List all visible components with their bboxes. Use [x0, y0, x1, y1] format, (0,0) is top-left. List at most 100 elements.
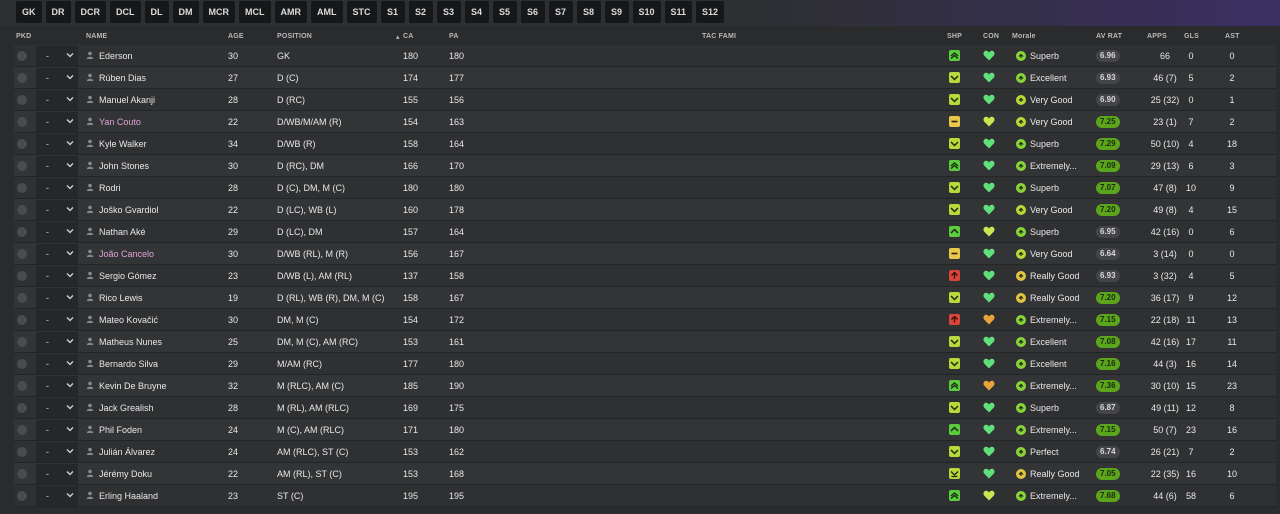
filter-button-s10[interactable]: S10 [632, 1, 661, 23]
player-name[interactable]: Ederson [99, 51, 133, 61]
selection-dropdown[interactable]: - [36, 266, 78, 286]
filter-button-aml[interactable]: AML [311, 1, 343, 23]
selection-dropdown[interactable]: - [36, 354, 78, 374]
player-name-cell[interactable]: Ederson [86, 45, 133, 66]
table-row[interactable]: - Rodri 28 D (C), DM, M (C) 180 180 Superb 7.07… [14, 177, 1276, 199]
selection-dropdown[interactable]: - [36, 486, 78, 506]
selection-dropdown[interactable]: - [36, 420, 78, 440]
table-row[interactable]: - Erling Haaland 23 ST (C) 195 195 Extremely..… [14, 485, 1276, 507]
player-name-cell[interactable]: Phil Foden [86, 419, 142, 440]
player-name-cell[interactable]: Kevin De Bruyne [86, 375, 167, 396]
pick-checkbox[interactable] [17, 117, 27, 127]
selection-dropdown[interactable]: - [36, 46, 78, 66]
table-row[interactable]: - Mateo Kovačić 30 DM, M (C) 154 172 Extremely… [14, 309, 1276, 331]
col-ca[interactable]: CA [403, 33, 414, 40]
selection-dropdown[interactable]: - [36, 288, 78, 308]
pick-checkbox[interactable] [17, 293, 27, 303]
selection-dropdown[interactable]: - [36, 90, 78, 110]
selection-dropdown[interactable]: - [36, 200, 78, 220]
table-row[interactable]: - Matheus Nunes 25 DM, M (C), AM (RC) 153 161… [14, 331, 1276, 353]
player-name[interactable]: Erling Haaland [99, 491, 158, 501]
player-name[interactable]: Jérémy Doku [99, 469, 152, 479]
pick-checkbox[interactable] [17, 139, 27, 149]
pick-checkbox[interactable] [17, 337, 27, 347]
selection-dropdown[interactable]: - [36, 464, 78, 484]
player-name[interactable]: Nathan Aké [99, 227, 146, 237]
pick-checkbox[interactable] [17, 73, 27, 83]
selection-dropdown[interactable]: - [36, 68, 78, 88]
table-row[interactable]: - John Stones 30 D (RC), DM 166 170 Extremely.… [14, 155, 1276, 177]
player-name-cell[interactable]: Rodri [86, 177, 121, 198]
col-age[interactable]: AGE [228, 33, 244, 40]
pick-checkbox[interactable] [17, 51, 27, 61]
col-position[interactable]: POSITION [277, 33, 312, 40]
player-name-cell[interactable]: John Stones [86, 155, 149, 176]
pick-checkbox[interactable] [17, 403, 27, 413]
table-row[interactable]: - Kyle Walker 34 D/WB (R) 158 164 Superb 7.29 50… [14, 133, 1276, 155]
selection-dropdown[interactable]: - [36, 156, 78, 176]
player-name-cell[interactable]: Bernardo Silva [86, 353, 158, 374]
player-name[interactable]: Jack Grealish [99, 403, 154, 413]
player-name-cell[interactable]: Rúben Dias [86, 67, 146, 88]
filter-button-s5[interactable]: S5 [492, 1, 517, 23]
col-tac-fami[interactable]: TAC FAMI [702, 33, 736, 40]
filter-button-s2[interactable]: S2 [408, 1, 433, 23]
filter-button-dr[interactable]: DR [45, 1, 71, 23]
filter-button-s4[interactable]: S4 [464, 1, 489, 23]
table-row[interactable]: - Kevin De Bruyne 32 M (RLC), AM (C) 185 190 E… [14, 375, 1276, 397]
filter-button-dl[interactable]: DL [144, 1, 169, 23]
col-pa[interactable]: PA [449, 33, 459, 40]
player-name[interactable]: Phil Foden [99, 425, 142, 435]
player-name-cell[interactable]: Joško Gvardiol [86, 199, 159, 220]
player-name[interactable]: Manuel Akanji [99, 95, 155, 105]
col-con[interactable]: CON [983, 33, 999, 40]
pick-checkbox[interactable] [17, 183, 27, 193]
filter-button-s12[interactable]: S12 [696, 1, 725, 23]
filter-button-amr[interactable]: AMR [274, 1, 307, 23]
player-name[interactable]: Bernardo Silva [99, 359, 158, 369]
table-row[interactable]: - Rúben Dias 27 D (C) 174 177 Excellent 6.93 46 … [14, 67, 1276, 89]
table-row[interactable]: - Ederson 30 GK 180 180 Superb 6.96 66 0 0 [14, 45, 1276, 67]
pick-checkbox[interactable] [17, 205, 27, 215]
pick-checkbox[interactable] [17, 95, 27, 105]
filter-button-s7[interactable]: S7 [548, 1, 573, 23]
selection-dropdown[interactable]: - [36, 442, 78, 462]
pick-checkbox[interactable] [17, 271, 27, 281]
pick-checkbox[interactable] [17, 161, 27, 171]
player-name[interactable]: Kevin De Bruyne [99, 381, 167, 391]
player-name[interactable]: Kyle Walker [99, 139, 147, 149]
col-ast[interactable]: AST [1225, 33, 1240, 40]
player-name[interactable]: Rúben Dias [99, 73, 146, 83]
pick-checkbox[interactable] [17, 359, 27, 369]
player-name-cell[interactable]: Julián Álvarez [86, 441, 155, 462]
pick-checkbox[interactable] [17, 315, 27, 325]
player-name-cell[interactable]: Manuel Akanji [86, 89, 155, 110]
player-name-cell[interactable]: Rico Lewis [86, 287, 143, 308]
player-name-cell[interactable]: Jérémy Doku [86, 463, 152, 484]
filter-button-s3[interactable]: S3 [436, 1, 461, 23]
filter-button-s8[interactable]: S8 [576, 1, 601, 23]
filter-button-s6[interactable]: S6 [520, 1, 545, 23]
table-row[interactable]: - Jérémy Doku 22 AM (RL), ST (C) 153 168 Reall… [14, 463, 1276, 485]
table-row[interactable]: - Manuel Akanji 28 D (RC) 155 156 Very Good 6.9… [14, 89, 1276, 111]
player-name-cell[interactable]: Kyle Walker [86, 133, 147, 154]
col-apps[interactable]: APPS [1147, 33, 1167, 40]
col-pkd[interactable]: PKD [16, 33, 31, 40]
player-name[interactable]: Matheus Nunes [99, 337, 162, 347]
player-name-cell[interactable]: Mateo Kovačić [86, 309, 158, 330]
player-name-cell[interactable]: Nathan Aké [86, 221, 146, 242]
player-name-cell[interactable]: Jack Grealish [86, 397, 154, 418]
player-name-cell[interactable]: Yan Couto [86, 111, 141, 132]
pick-checkbox[interactable] [17, 227, 27, 237]
table-row[interactable]: - Sergio Gómez 23 D/WB (L), AM (RL) 137 158 Re… [14, 265, 1276, 287]
table-row[interactable]: - Yan Couto 22 D/WB/M/AM (R) 154 163 Very Good… [14, 111, 1276, 133]
filter-button-stc[interactable]: STC [346, 1, 377, 23]
col-shp[interactable]: SHP [947, 33, 962, 40]
selection-dropdown[interactable]: - [36, 112, 78, 132]
table-row[interactable]: - Joško Gvardiol 22 D (LC), WB (L) 160 178 Ver… [14, 199, 1276, 221]
filter-button-mcr[interactable]: MCR [202, 1, 235, 23]
filter-button-dcr[interactable]: DCR [74, 1, 106, 23]
table-row[interactable]: - Nathan Aké 29 D (LC), DM 157 164 Superb 6.95 4… [14, 221, 1276, 243]
selection-dropdown[interactable]: - [36, 310, 78, 330]
selection-dropdown[interactable]: - [36, 178, 78, 198]
